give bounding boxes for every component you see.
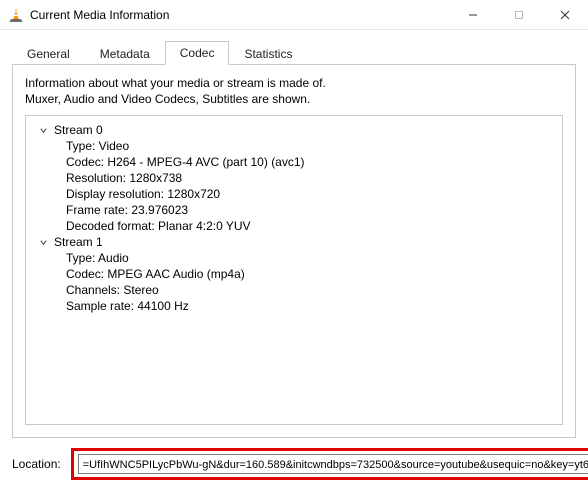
info-text: Information about what your media or str… bbox=[25, 75, 563, 107]
stream-prop: Frame rate: 23.976023 bbox=[66, 202, 558, 218]
chevron-down-icon bbox=[38, 125, 48, 135]
stream-prop: Resolution: 1280x738 bbox=[66, 170, 558, 186]
content-area: General Metadata Codec Statistics Inform… bbox=[0, 30, 588, 438]
location-highlight-box: =UfIhWNC5PILycPbWu-gN&dur=160.589&initcw… bbox=[71, 448, 588, 480]
chevron-down-icon bbox=[38, 237, 48, 247]
stream-header[interactable]: Stream 0 bbox=[30, 122, 558, 138]
tab-codec[interactable]: Codec bbox=[165, 41, 230, 65]
tab-strip: General Metadata Codec Statistics bbox=[12, 40, 576, 64]
tab-body-codec: Information about what your media or str… bbox=[12, 64, 576, 438]
tab-general[interactable]: General bbox=[12, 42, 85, 65]
stream-prop: Type: Video bbox=[66, 138, 558, 154]
location-label: Location: bbox=[12, 457, 61, 471]
stream-prop: Display resolution: 1280x720 bbox=[66, 186, 558, 202]
location-input[interactable]: =UfIhWNC5PILycPbWu-gN&dur=160.589&initcw… bbox=[78, 454, 588, 474]
minimize-button[interactable] bbox=[450, 0, 496, 30]
close-window-button[interactable] bbox=[542, 0, 588, 30]
codec-tree[interactable]: Stream 0 Type: Video Codec: H264 - MPEG-… bbox=[25, 115, 563, 425]
maximize-button[interactable] bbox=[496, 0, 542, 30]
titlebar: Current Media Information bbox=[0, 0, 588, 30]
window-title: Current Media Information bbox=[30, 8, 169, 22]
tab-metadata[interactable]: Metadata bbox=[85, 42, 165, 65]
info-line: Information about what your media or str… bbox=[25, 75, 563, 91]
stream-prop: Codec: MPEG AAC Audio (mp4a) bbox=[66, 266, 558, 282]
vlc-cone-icon bbox=[8, 7, 24, 23]
stream-header[interactable]: Stream 1 bbox=[30, 234, 558, 250]
stream-label: Stream 0 bbox=[54, 123, 103, 137]
stream-prop: Channels: Stereo bbox=[66, 282, 558, 298]
info-line: Muxer, Audio and Video Codecs, Subtitles… bbox=[25, 91, 563, 107]
footer: Location: =UfIhWNC5PILycPbWu-gN&dur=160.… bbox=[0, 438, 588, 490]
stream-props: Type: Audio Codec: MPEG AAC Audio (mp4a)… bbox=[30, 250, 558, 314]
stream-props: Type: Video Codec: H264 - MPEG-4 AVC (pa… bbox=[30, 138, 558, 234]
stream-prop: Sample rate: 44100 Hz bbox=[66, 298, 558, 314]
stream-prop: Type: Audio bbox=[66, 250, 558, 266]
stream-label: Stream 1 bbox=[54, 235, 103, 249]
stream-prop: Codec: H264 - MPEG-4 AVC (part 10) (avc1… bbox=[66, 154, 558, 170]
stream-prop: Decoded format: Planar 4:2:0 YUV bbox=[66, 218, 558, 234]
tab-statistics[interactable]: Statistics bbox=[229, 42, 307, 65]
